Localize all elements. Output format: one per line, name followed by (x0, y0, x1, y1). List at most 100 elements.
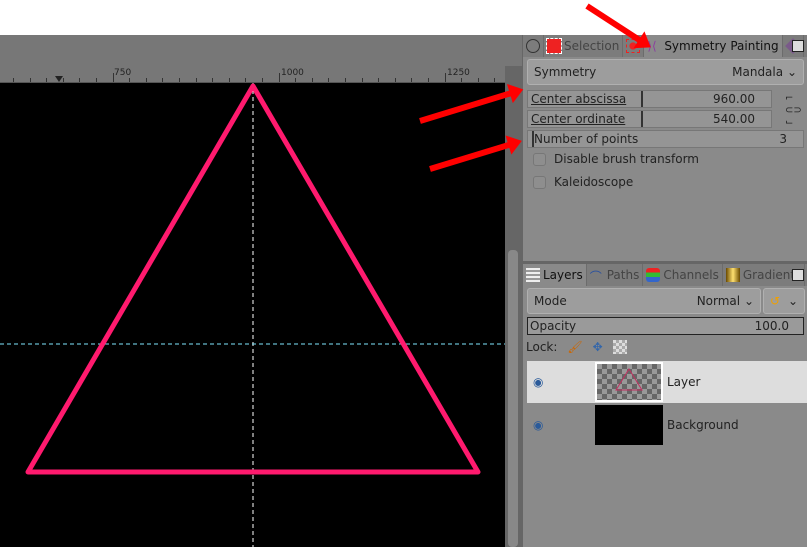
ruler-tick (96, 78, 97, 82)
symmetry-label: Symmetry (534, 65, 597, 79)
lock-row: Lock: 🖌 ✥ (526, 337, 803, 357)
tab-channels[interactable]: Channels (643, 264, 723, 286)
checkbox-label: Kaleidoscope (554, 175, 634, 189)
spin-fill (528, 91, 643, 107)
ruler-tick (312, 78, 313, 82)
checkbox[interactable] (533, 175, 546, 189)
ruler-tick (411, 78, 412, 82)
ruler-tick (79, 78, 80, 82)
image-canvas[interactable] (0, 83, 505, 547)
layer-thumbnail (595, 362, 663, 402)
layers-icon (526, 268, 540, 282)
selection-icon (546, 38, 562, 54)
ruler-label: 1250 (447, 68, 470, 78)
checkbox-label: Disable brush transform (554, 152, 699, 166)
tab-symmetry-painting[interactable]: ⟩⟨ Symmetry Painting (644, 35, 783, 57)
chevron-down-icon: ⌄ (743, 294, 754, 308)
kaleidoscope-checkbox[interactable]: Kaleidoscope (527, 172, 804, 192)
layer-thumbnail (595, 405, 663, 445)
field-label: Opacity (530, 319, 577, 333)
ruler-tick (113, 78, 114, 82)
ruler-tick (428, 78, 429, 82)
gradients-icon (725, 268, 740, 282)
lock-label: Lock: (526, 340, 558, 354)
symmetry-value: Mandala (732, 65, 784, 79)
dock-panel: Selection ⟩⟨ Symmetry Painting Symmetry M… (522, 35, 807, 547)
ruler-tick (179, 78, 180, 82)
spin-fill (528, 131, 534, 147)
chevron-down-icon: ⌄ (787, 294, 798, 308)
ruler-tick (63, 78, 64, 82)
eye-icon[interactable]: ◉ (533, 375, 543, 389)
paths-icon: ⌒ (589, 270, 602, 284)
mode-combo[interactable]: Mode Normal ⌄ (527, 288, 761, 314)
channels-icon (646, 268, 661, 282)
lock-pixels-icon[interactable]: 🖌 (567, 340, 582, 354)
tab-tool-options[interactable] (523, 35, 544, 57)
ruler-tick (445, 78, 446, 82)
ruler-tick (362, 78, 363, 82)
ruler-tick (46, 78, 47, 82)
tab-label: Selection (564, 39, 620, 53)
thumbnail-triangle (615, 368, 643, 391)
layers-tabbar: Layers ⌒ Paths Channels Gradients (523, 264, 807, 286)
tab-label: Paths (606, 268, 640, 282)
ruler-tick (30, 78, 31, 82)
center-ordinate-field[interactable]: Center ordinate 540.00 (527, 110, 772, 128)
checkbox[interactable] (533, 152, 546, 166)
tab-label: Symmetry Painting (664, 39, 779, 53)
tab-label: Channels (663, 268, 719, 282)
spin-fill (528, 111, 643, 127)
ruler-tick (162, 78, 163, 82)
dock-menu-icon[interactable] (792, 269, 804, 281)
field-value: 540.00 (713, 112, 755, 126)
number-of-points-field[interactable]: Number of points 3 (527, 130, 804, 148)
ruler-tick (13, 78, 14, 82)
field-value: 960.00 (713, 92, 755, 106)
horizontal-ruler[interactable]: 750 1000 1250 (0, 66, 505, 83)
field-value: 100.0 (754, 319, 789, 333)
center-abscissa-field[interactable]: Center abscissa 960.00 (527, 90, 772, 108)
lock-position-icon[interactable]: ✥ (593, 340, 603, 354)
ruler-label: 1000 (281, 68, 304, 78)
scrollbar-thumb[interactable] (508, 250, 518, 547)
ruler-tick (262, 78, 263, 82)
composite-mode-button[interactable]: ↺ ⌄ (763, 288, 805, 314)
layer-row[interactable]: ◉ Background (527, 404, 807, 446)
chain-link-icon[interactable]: ⌐ ⊂⊃ ⌙ (785, 93, 802, 129)
tab-label: Layers (543, 268, 583, 282)
tab-selection[interactable]: Selection (544, 35, 624, 57)
mode-label: Mode (534, 294, 567, 308)
layer-name: Layer (667, 375, 701, 389)
ruler-tick (129, 78, 130, 82)
ruler-tick (328, 78, 329, 82)
field-value: 3 (779, 132, 787, 146)
ruler-tick (478, 78, 479, 82)
symmetry-combo[interactable]: Symmetry Mandala ⌄ (527, 59, 804, 85)
pointer-marker (55, 76, 63, 82)
ruler-tick (229, 78, 230, 82)
tool-icon (526, 39, 540, 53)
ruler-tick (461, 78, 462, 82)
ruler-tick (279, 78, 280, 82)
field-label: Number of points (534, 132, 639, 146)
lock-alpha-icon[interactable] (612, 340, 627, 354)
tab-paths[interactable]: ⌒ Paths (587, 264, 644, 286)
ruler-tick (295, 78, 296, 82)
layer-name: Background (667, 418, 739, 432)
ruler-tick (378, 78, 379, 82)
dock-menu-icon[interactable] (792, 40, 804, 52)
mode-value: Normal (696, 294, 741, 308)
reset-icon: ↺ (770, 294, 781, 308)
eye-icon[interactable]: ◉ (533, 418, 543, 432)
tab-layers[interactable]: Layers (523, 264, 587, 286)
disable-brush-transform-checkbox[interactable]: Disable brush transform (527, 149, 804, 169)
chevron-down-icon: ⌄ (786, 65, 797, 79)
ruler-tick (345, 78, 346, 82)
ruler-tick (196, 78, 197, 82)
ruler-tick (395, 78, 396, 82)
layer-row[interactable]: ◉ Layer (527, 361, 807, 403)
ruler-tick (146, 78, 147, 82)
opacity-field[interactable]: Opacity 100.0 (527, 317, 804, 335)
canvas-drawing (0, 83, 505, 547)
